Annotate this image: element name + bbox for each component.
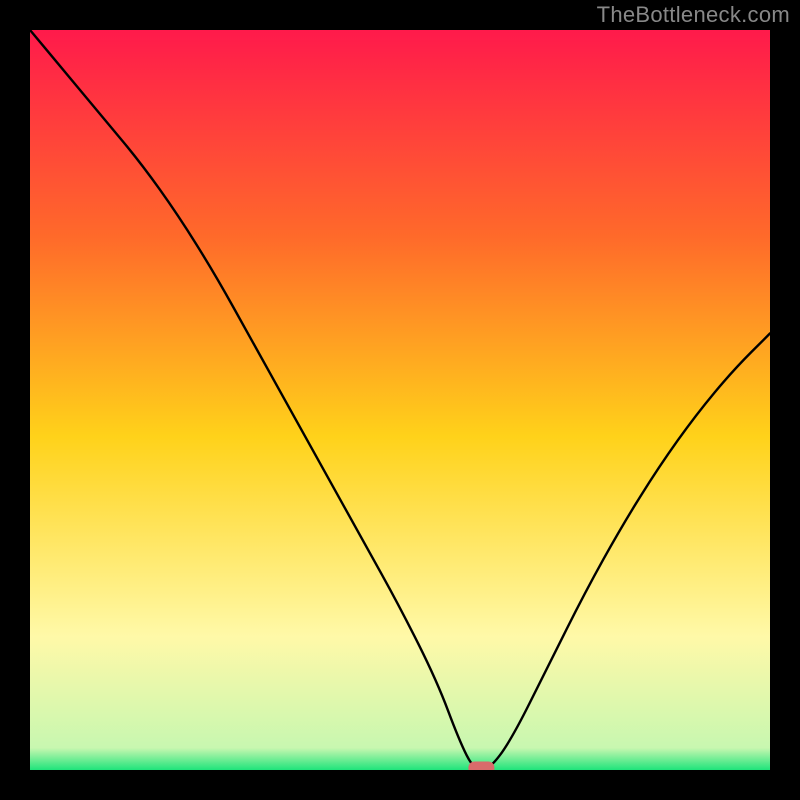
gradient-background — [30, 30, 770, 770]
chart-frame: TheBottleneck.com — [0, 0, 800, 800]
bottleneck-chart — [30, 30, 770, 770]
plot-area — [30, 30, 770, 770]
watermark-text: TheBottleneck.com — [597, 2, 790, 28]
optimal-marker — [468, 762, 494, 771]
